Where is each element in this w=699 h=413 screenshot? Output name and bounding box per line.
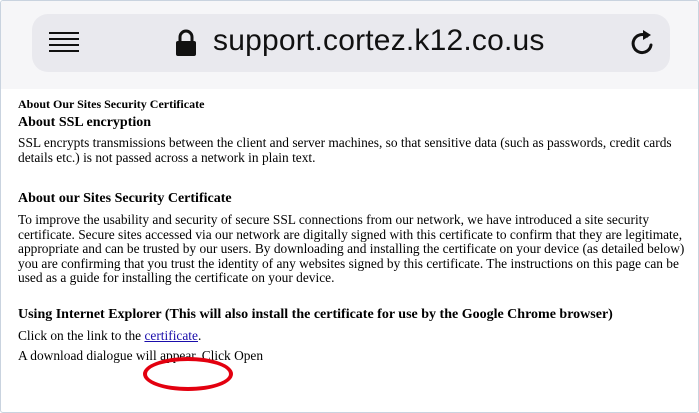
certificate-link-line: Click on the link to the certificate. [18, 327, 686, 344]
certificate-link[interactable]: certificate [144, 328, 198, 343]
certificate-paragraph: To improve the usability and security of… [18, 211, 685, 286]
certificate-heading: About our Sites Security Certificate [18, 191, 232, 207]
lock-icon [176, 29, 196, 56]
browser-window: support.cortez.k12.co.us About Our Sites… [0, 0, 699, 413]
page-title: About Our Sites Security Certificate [18, 97, 205, 111]
ssl-heading: About SSL encryption [18, 114, 152, 130]
reload-icon[interactable] [629, 28, 657, 58]
download-instruction: A download dialogue will appear. Click O… [18, 348, 264, 364]
browser-toolbar: support.cortez.k12.co.us [1, 1, 698, 89]
address-bar[interactable]: support.cortez.k12.co.us [32, 14, 670, 72]
link-suffix: . [197, 327, 202, 343]
link-prefix: Click on the link to the [18, 327, 145, 343]
ssl-paragraph: SSL encrypts transmissions between the c… [18, 135, 672, 165]
ie-heading: Using Internet Explorer (This will also … [18, 306, 613, 322]
page-content: About Our Sites Security Certificate Abo… [18, 97, 686, 370]
url-text[interactable]: support.cortez.k12.co.us [213, 24, 545, 58]
menu-icon[interactable] [49, 32, 79, 54]
